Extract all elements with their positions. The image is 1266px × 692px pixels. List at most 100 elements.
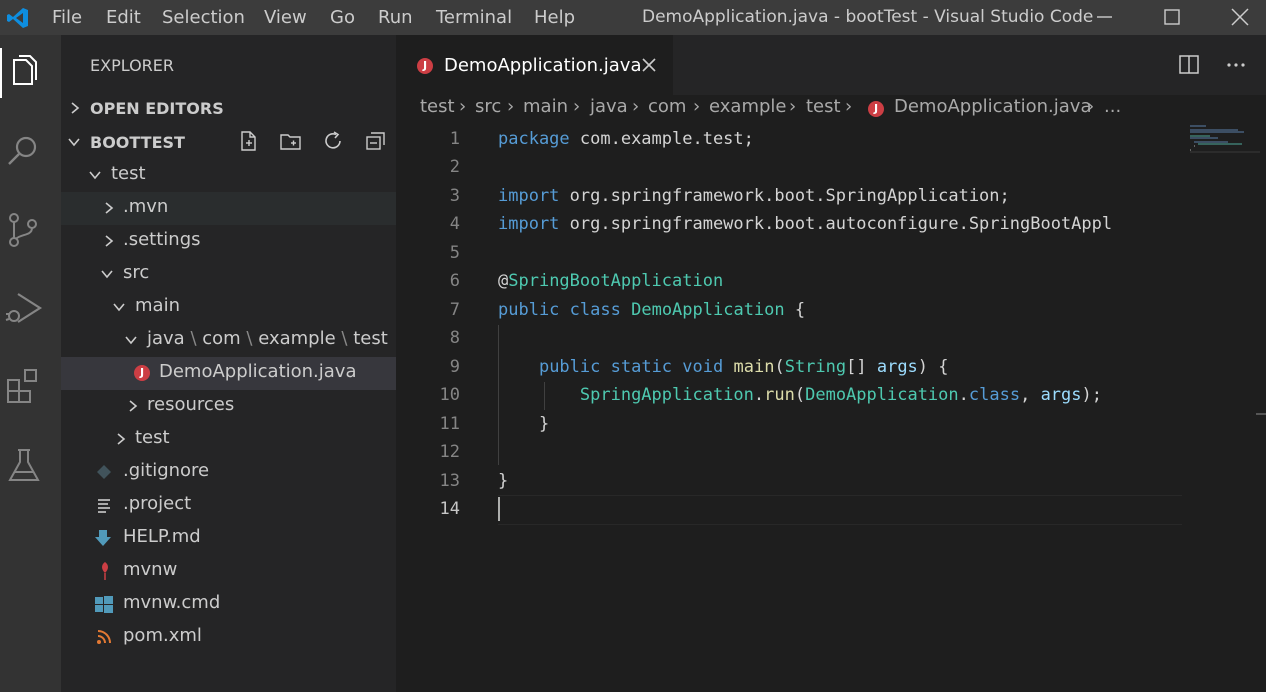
tree-folder-src[interactable]: src <box>61 258 396 291</box>
scroll-position-marker <box>1256 413 1266 415</box>
tree-item-label: mvnw.cmd <box>123 592 221 613</box>
chevron-right-icon: › <box>1087 96 1095 117</box>
path-separator: \ <box>335 328 354 349</box>
chevron-right-icon <box>129 400 138 412</box>
testing-icon[interactable] <box>0 442 48 490</box>
chevron-right-icon <box>105 202 114 214</box>
token-text: { <box>784 300 806 320</box>
menu-selection[interactable]: Selection <box>162 0 245 35</box>
breadcrumb-item[interactable]: test <box>420 96 455 117</box>
tree-folder-mvn[interactable]: .mvn <box>61 192 396 225</box>
token-text: . <box>753 385 765 405</box>
tree-folder-java-com-example-test[interactable]: java \ com \ example \ test <box>61 324 396 357</box>
extensions-icon[interactable] <box>0 364 48 412</box>
breadcrumb-item[interactable]: com <box>648 96 686 117</box>
new-folder-icon[interactable] <box>279 129 303 153</box>
line-number: 1 <box>449 129 460 149</box>
code-line-3: import org.springframework.boot.SpringAp… <box>498 186 1010 206</box>
menu-file[interactable]: File <box>52 0 82 35</box>
path-separator: \ <box>184 328 203 349</box>
breadcrumb-item[interactable]: test <box>806 96 841 117</box>
chevron-right-icon <box>105 235 114 247</box>
java-file-icon: J <box>868 101 884 117</box>
tab-demoapplication[interactable]: J DemoApplication.java <box>396 35 673 95</box>
breadcrumb-item[interactable]: java <box>590 96 628 117</box>
chevron-right-icon <box>117 433 126 445</box>
token-text: org.springframework.boot.autoconfigure.S… <box>559 214 1113 234</box>
menu-go[interactable]: Go <box>330 0 355 35</box>
menu-edit[interactable]: Edit <box>106 0 141 35</box>
tree-folder-test-2[interactable]: test <box>61 423 396 456</box>
token-text: org.springframework.boot.SpringApplicati… <box>559 186 1010 206</box>
tree-file-mvnw-cmd[interactable]: mvnw.cmd <box>61 588 396 621</box>
menu-view[interactable]: View <box>264 0 307 35</box>
code-line-4: import org.springframework.boot.autoconf… <box>498 214 1112 234</box>
tree-folder-settings[interactable]: .settings <box>61 225 396 258</box>
source-control-icon[interactable] <box>0 206 48 254</box>
code-area[interactable]: package com.example.test; import org.spr… <box>498 125 1182 525</box>
open-editors-section[interactable]: OPEN EDITORS <box>61 93 396 123</box>
breadcrumb-item[interactable]: example <box>709 96 786 117</box>
token-keyword: import <box>498 214 560 234</box>
tree-file-mvnw[interactable]: mvnw <box>61 555 396 588</box>
chevron-right-icon: › <box>693 96 701 117</box>
tree-item-label: .project <box>123 493 192 514</box>
token-keyword: package <box>498 129 570 149</box>
breadcrumb-item[interactable]: DemoApplication.java <box>894 96 1092 117</box>
maximize-button[interactable] <box>1149 0 1195 35</box>
breadcrumb-item[interactable]: main <box>523 96 568 117</box>
token-text: [] <box>846 357 877 377</box>
line-number: 7 <box>449 300 460 320</box>
line-number: 6 <box>449 271 460 291</box>
java-file-icon: J <box>134 365 150 381</box>
token-text: ); <box>1081 385 1102 405</box>
menu-terminal[interactable]: Terminal <box>436 0 512 35</box>
breadcrumb-item[interactable]: ... <box>1104 96 1121 117</box>
token-text: ) { <box>917 357 949 377</box>
split-editor-icon[interactable] <box>1177 53 1201 77</box>
tree-item-label: test <box>111 163 146 184</box>
code-line-9: public static void main(String[] args) { <box>498 357 949 377</box>
tree-folder-resources[interactable]: resources <box>61 390 396 423</box>
tree-file-project[interactable]: .project <box>61 489 396 522</box>
project-label: BOOTTEST <box>90 133 185 152</box>
tree-file-pom-xml[interactable]: pom.xml <box>61 621 396 654</box>
menu-run[interactable]: Run <box>378 0 413 35</box>
search-icon[interactable] <box>0 128 48 176</box>
chevron-down-icon <box>89 171 101 180</box>
refresh-icon[interactable] <box>321 129 345 153</box>
tree-item-label: DemoApplication.java <box>159 361 357 382</box>
minimize-button[interactable] <box>1081 0 1127 35</box>
tree-folder-test[interactable]: test <box>61 159 396 192</box>
run-debug-icon[interactable] <box>0 284 48 332</box>
tree-file-help-md[interactable]: HELP.md <box>61 522 396 555</box>
tree-file-gitignore[interactable]: .gitignore <box>61 456 396 489</box>
explorer-icon[interactable] <box>2 50 50 98</box>
line-number: 8 <box>449 328 460 348</box>
new-file-icon[interactable] <box>237 129 261 153</box>
token-keyword: public <box>538 357 601 377</box>
menu-help[interactable]: Help <box>534 0 575 35</box>
explorer-title: EXPLORER <box>90 56 174 75</box>
tab-label: DemoApplication.java <box>444 55 642 76</box>
close-window-button[interactable] <box>1217 0 1263 35</box>
tree-folder-main[interactable]: main <box>61 291 396 324</box>
token-class: DemoApplication <box>805 385 959 405</box>
chevron-down-icon <box>68 138 80 147</box>
path-segment: java <box>147 328 185 349</box>
tree-item-label: test <box>135 427 170 448</box>
token-keyword: void <box>682 357 724 377</box>
window-title: DemoApplication.java - bootTest - Visual… <box>642 7 1094 27</box>
close-tab-icon[interactable] <box>642 58 656 72</box>
tree-file-demoapplication[interactable]: J DemoApplication.java <box>61 357 396 390</box>
breadcrumb-item[interactable]: src <box>475 96 501 117</box>
token-keyword: class <box>569 300 621 320</box>
scrollbar-track[interactable] <box>1253 125 1266 692</box>
project-section[interactable]: BOOTTEST <box>61 126 396 156</box>
collapse-all-icon[interactable] <box>363 129 387 153</box>
tree-item-label: .gitignore <box>123 460 210 481</box>
more-actions-icon[interactable] <box>1224 53 1248 77</box>
token-annotation: SpringBootApplication <box>508 271 724 291</box>
line-number: 5 <box>449 243 460 263</box>
chevron-right-icon: › <box>573 96 581 117</box>
